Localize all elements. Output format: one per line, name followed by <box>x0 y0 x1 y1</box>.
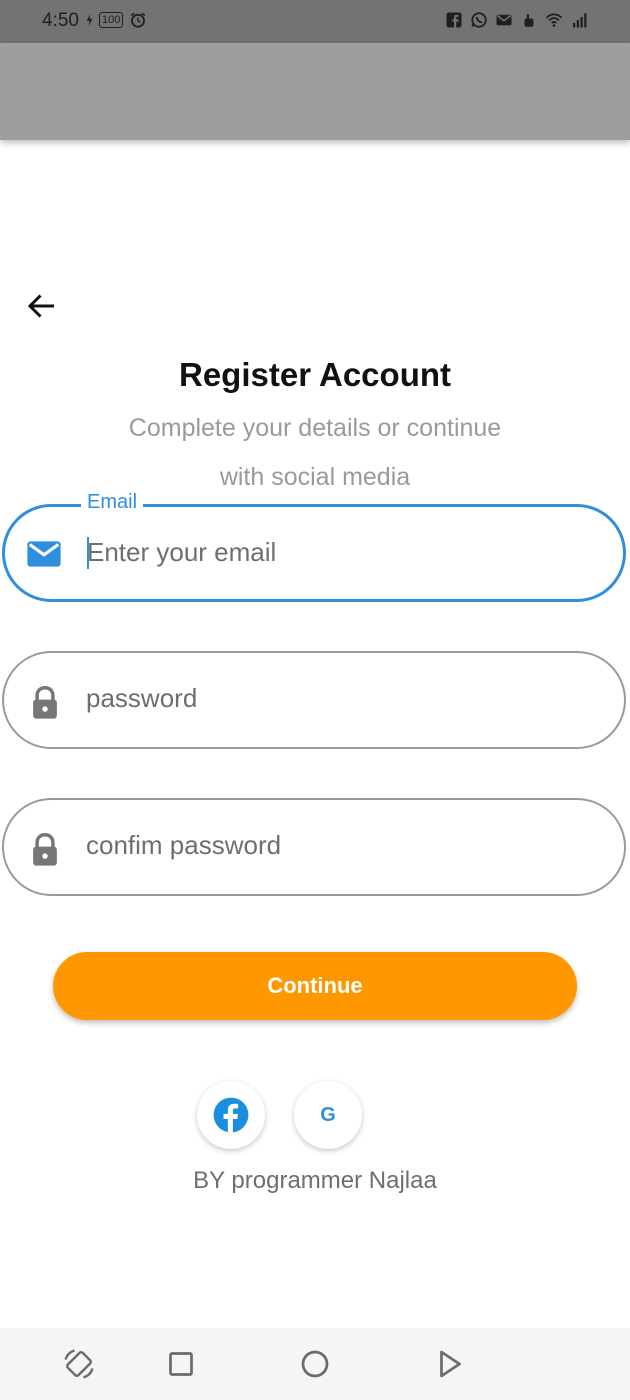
lock-icon <box>33 833 57 866</box>
hand-icon <box>524 14 534 27</box>
facebook-login-button[interactable] <box>197 1081 265 1149</box>
app-bar <box>0 43 630 140</box>
signal-icon <box>573 13 587 28</box>
status-right-icons <box>445 11 588 29</box>
email-field[interactable]: Email Enter your email <box>2 491 626 602</box>
confirm-password-input[interactable]: confim password <box>86 830 281 861</box>
rotate-icon[interactable] <box>61 1346 97 1382</box>
system-nav-bar <box>0 1328 630 1400</box>
battery-level: 100 <box>99 12 124 28</box>
status-time: 4:50 <box>42 10 79 31</box>
status-bar: 4:50 100 <box>0 0 630 43</box>
whatsapp-icon <box>471 12 487 28</box>
page-title: Register Account <box>179 356 451 393</box>
status-left-icons: 100 <box>86 11 147 29</box>
back-icon[interactable] <box>431 1346 467 1382</box>
continue-button[interactable]: Continue <box>53 952 577 1020</box>
google-icon: G <box>320 1103 336 1126</box>
email-label: Email <box>81 491 144 514</box>
email-input[interactable]: Enter your email <box>87 537 276 568</box>
password-field[interactable]: password <box>2 651 626 749</box>
google-login-button[interactable]: G <box>294 1081 362 1149</box>
lock-icon <box>33 686 57 719</box>
facebook-icon <box>213 1097 249 1133</box>
back-arrow-icon[interactable] <box>24 288 60 324</box>
mail-icon <box>496 14 512 26</box>
alarm-icon <box>131 12 146 28</box>
recents-icon[interactable] <box>163 1346 199 1382</box>
facebook-icon <box>446 12 462 28</box>
password-input[interactable]: password <box>86 683 197 714</box>
mail-icon <box>27 541 61 567</box>
subtitle-line-1: Complete your details or continue <box>128 414 502 442</box>
subtitle-line-2: with social media <box>219 463 411 491</box>
wifi-icon <box>545 13 563 27</box>
charging-icon <box>86 13 93 27</box>
credit-text: BY programmer Najlaa <box>193 1167 437 1194</box>
home-icon[interactable] <box>297 1346 333 1382</box>
confirm-password-field[interactable]: confim password <box>2 798 626 896</box>
